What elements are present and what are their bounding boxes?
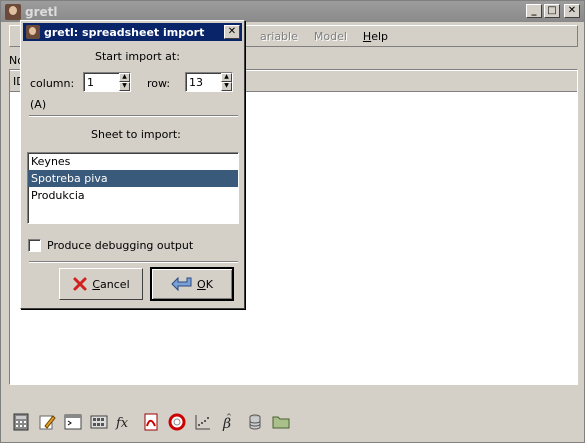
sheet-import-label: Sheet to import: — [91, 128, 181, 141]
start-import-label: Start import at: — [95, 50, 180, 63]
debug-checkbox[interactable] — [28, 239, 41, 252]
main-titlebar: gretl _ □ ✕ — [1, 1, 584, 22]
debug-label: Produce debugging output — [47, 239, 194, 252]
dialog-close-button[interactable]: ✕ — [224, 25, 240, 39]
database-icon[interactable] — [243, 410, 267, 434]
cancel-label: Cancel — [92, 277, 130, 291]
debug-option[interactable]: Produce debugging output — [28, 239, 193, 252]
main-title: gretl — [25, 4, 58, 19]
sheet-item-keynes[interactable]: Keynes — [28, 153, 238, 170]
console-icon[interactable] — [61, 410, 85, 434]
menu-model[interactable]: Model — [306, 30, 355, 43]
plot-icon[interactable] — [191, 410, 215, 434]
pdf-icon[interactable] — [139, 410, 163, 434]
cancel-button[interactable]: Cancel — [59, 268, 143, 300]
close-button[interactable]: ✕ — [564, 4, 580, 18]
function-icon[interactable]: fx — [113, 410, 137, 434]
maximize-button[interactable]: □ — [544, 4, 560, 18]
help-icon[interactable] — [165, 410, 189, 434]
menu-variable[interactable]: ariable — [252, 30, 306, 43]
gretl-app-icon[interactable] — [5, 3, 21, 20]
edit-icon[interactable] — [35, 410, 59, 434]
row-spinner[interactable]: ▲ ▼ — [185, 72, 233, 92]
separator-top — [29, 115, 238, 117]
column-label: column: — [30, 77, 75, 90]
column-increment-button[interactable]: ▲ — [119, 73, 130, 82]
column-spinner[interactable]: ▲ ▼ — [83, 72, 131, 92]
gretl-dialog-icon[interactable] — [26, 25, 40, 39]
bottom-toolbar: fx β ^ — [9, 407, 293, 437]
row-label: row: — [147, 77, 171, 90]
dialog-titlebar: gretl: spreadsheet import ✕ — [23, 23, 242, 41]
spreadsheet-import-dialog: gretl: spreadsheet import ✕ Start import… — [20, 20, 245, 309]
ok-button[interactable]: OK — [150, 267, 234, 301]
column-decrement-button[interactable]: ▼ — [119, 82, 130, 91]
dialog-title: gretl: spreadsheet import — [44, 25, 205, 39]
column-letter-label: (A) — [30, 98, 47, 111]
window-controls: _ □ ✕ — [526, 4, 580, 18]
ok-icon — [171, 276, 193, 292]
calculator-icon[interactable] — [9, 410, 33, 434]
row-decrement-button[interactable]: ▼ — [221, 82, 232, 91]
separator-bottom — [29, 261, 238, 263]
minimize-button[interactable]: _ — [526, 4, 542, 18]
folder-icon[interactable] — [269, 410, 293, 434]
sheet-item-produkcia[interactable]: Produkcia — [28, 187, 238, 204]
sheet-item-spotreba-piva[interactable]: Spotreba piva — [28, 170, 238, 187]
menu-help[interactable]: Help — [355, 30, 396, 43]
cancel-icon — [72, 276, 88, 292]
sheet-list[interactable]: Keynes Spotreba piva Produkcia — [27, 152, 239, 224]
svg-text:^: ^ — [226, 413, 232, 421]
svg-text:fx: fx — [115, 416, 129, 431]
row-increment-button[interactable]: ▲ — [221, 73, 232, 82]
beta-icon[interactable]: β ^ — [217, 410, 241, 434]
session-icon[interactable] — [87, 410, 111, 434]
ok-label: OK — [197, 277, 213, 291]
